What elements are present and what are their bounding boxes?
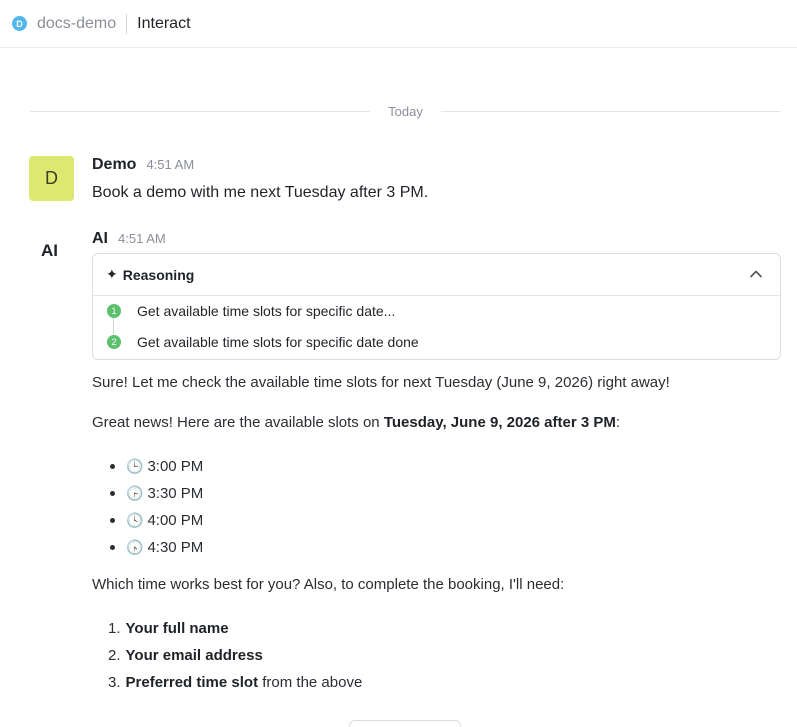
workspace-icon[interactable]: D	[12, 16, 27, 31]
ai-avatar: AI	[41, 241, 58, 260]
slot-time: 3:30 PM	[147, 485, 204, 502]
list-item: 🕒 3:00 PM	[110, 453, 203, 480]
user-message-header: Demo 4:51 AM	[92, 156, 194, 174]
list-number: 2.	[108, 647, 121, 664]
chevron-up-icon[interactable]	[748, 266, 764, 282]
reasoning-header[interactable]: ✦ Reasoning	[93, 254, 780, 296]
clock-icon: 🕒	[126, 458, 144, 474]
list-item: 🕟 4:30 PM	[110, 534, 203, 561]
user-message-time: 4:51 AM	[146, 157, 195, 172]
date-label: Today	[388, 103, 423, 119]
slot-time: 3:00 PM	[147, 458, 204, 475]
list-item: 🕓 4:00 PM	[110, 507, 203, 534]
divider-line-right	[440, 110, 782, 112]
reasoning-title: Reasoning	[122, 266, 195, 283]
slot-time: 4:00 PM	[147, 512, 204, 529]
bullet	[110, 518, 115, 523]
clock-icon: 🕟	[126, 539, 144, 555]
date-divider: Today	[30, 101, 782, 121]
scroll-to-bottom-button[interactable]	[349, 720, 461, 727]
list-item: 3. Preferred time slot from the above	[108, 669, 362, 696]
slot-time: 4:30 PM	[147, 539, 204, 556]
page-title: Interact	[137, 14, 191, 32]
bullet	[110, 464, 115, 469]
ai-question-text: Which time works best for you? Also, to …	[92, 576, 565, 593]
clock-icon: 🕞	[126, 485, 144, 501]
ai-intro-text: Sure! Let me check the available time sl…	[92, 374, 670, 391]
ai-slots-lead: Great news! Here are the available slots…	[92, 414, 620, 431]
list-item: 2. Your email address	[108, 642, 362, 669]
ai-message-time: 4:51 AM	[118, 231, 166, 246]
step-connector	[113, 318, 114, 334]
slots-colon: :	[615, 414, 621, 431]
reasoning-step: 1 Get available time slots for specific …	[107, 303, 395, 319]
step-number-badge: 2	[107, 335, 121, 349]
list-number: 1.	[108, 620, 121, 637]
step-text: Get available time slots for specific da…	[137, 303, 396, 319]
requirement-rest: from the above	[258, 674, 363, 691]
user-message-text: Book a demo with me next Tuesday after 3…	[92, 184, 429, 201]
time-slot-list: 🕒 3:00 PM 🕞 3:30 PM 🕓 4:00 PM 🕟 4:30 PM	[110, 453, 203, 561]
user-avatar: D	[29, 156, 74, 201]
bullet	[110, 491, 115, 496]
step-number-badge: 1	[107, 304, 121, 318]
ai-sender-name: AI	[92, 230, 108, 247]
requirement-bold: Your email address	[125, 647, 263, 664]
slots-lead-text: Great news! Here are the available slots…	[92, 414, 384, 431]
reasoning-step: 2 Get available time slots for specific …	[107, 334, 419, 350]
step-text: Get available time slots for specific da…	[137, 334, 419, 350]
requirement-bold: Your full name	[125, 620, 229, 637]
reasoning-panel: ✦ Reasoning 1 Get available time slots f…	[92, 253, 781, 360]
clock-icon: 🕓	[126, 512, 144, 528]
divider-line-left	[30, 110, 371, 112]
list-item: 🕞 3:30 PM	[110, 480, 203, 507]
bullet	[110, 545, 115, 550]
ai-message-header: AI 4:51 AM	[92, 230, 166, 248]
list-item: 1. Your full name	[108, 615, 362, 642]
workspace-name[interactable]: docs-demo	[37, 15, 116, 33]
list-number: 3.	[108, 674, 121, 691]
requirements-list: 1. Your full name 2. Your email address 3.…	[108, 615, 362, 696]
user-sender-name: Demo	[92, 156, 137, 173]
requirement-bold: Preferred time slot	[125, 674, 259, 691]
sparkle-icon: ✦	[106, 266, 118, 282]
breadcrumb-separator	[126, 13, 128, 34]
top-bar: D docs-demo Interact	[0, 0, 797, 48]
slots-date-bold: Tuesday, June 9, 2026 after 3 PM	[383, 414, 616, 431]
